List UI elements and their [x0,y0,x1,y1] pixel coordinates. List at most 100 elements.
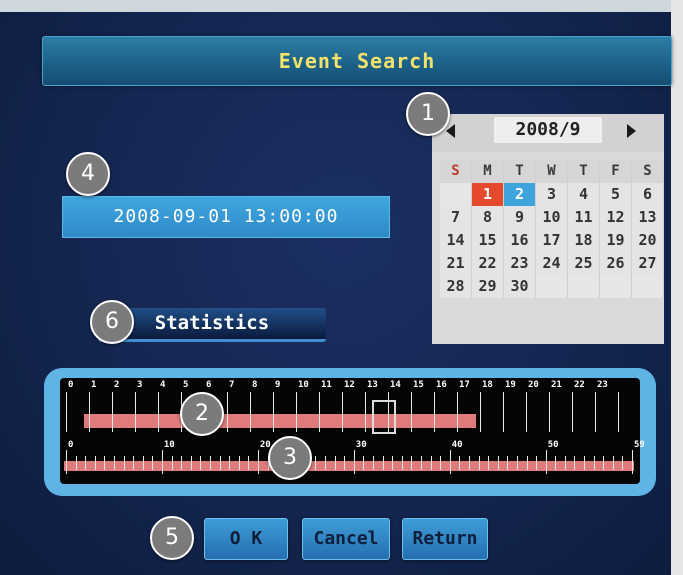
hour-recording-bar[interactable] [84,414,476,428]
minute-tick-label: 40 [451,440,463,450]
calendar-day[interactable]: 9 [504,206,536,229]
cancel-button[interactable]: Cancel [302,518,390,560]
calendar-day[interactable]: 4 [568,183,600,206]
calendar-day[interactable]: 16 [504,229,536,252]
hour-tick [480,392,481,432]
minute-tick [114,456,115,470]
minute-tick [229,456,231,470]
minute-tick [401,456,403,470]
hour-tick-label: 21 [551,380,562,390]
calendar-day[interactable]: 1 [472,183,504,206]
hour-tick-label: 15 [413,380,424,390]
calendar-day[interactable]: 14 [440,229,472,252]
hour-tick-label: 14 [390,380,401,390]
minute-tick [420,456,422,470]
calendar-day[interactable]: 27 [632,252,664,275]
minute-tick [488,456,490,470]
hour-tick-label: 2 [114,380,120,390]
calendar-week-row: 7 8 9 10 11 12 13 [440,206,664,229]
hour-tick [227,392,228,432]
minute-tick [219,456,221,470]
minute-tick [574,456,576,470]
hour-tick [135,392,136,432]
title-bar: Event Search [42,36,672,86]
hour-tick-label: 11 [321,380,332,390]
hour-tick [572,392,573,432]
callout-badge-5: 5 [150,516,194,560]
minute-tick [334,456,336,470]
weekday-row: SMTWTFS [440,160,664,183]
calendar-day[interactable]: 10 [536,206,568,229]
weekday-label: S [632,160,664,183]
minute-tick [142,456,144,470]
hour-tick [66,392,67,432]
calendar-day[interactable]: 15 [472,229,504,252]
calendar-empty-cell [536,275,568,298]
calendar-week-row: 21 22 23 24 25 26 27 [440,252,664,275]
calendar-empty-cell [600,275,632,298]
minute-tick [94,456,96,470]
minute-tick-label: 59 [634,440,645,450]
calendar-day[interactable]: 25 [568,252,600,275]
calendar-day[interactable]: 30 [504,275,536,298]
callout-badge-1: 1 [406,92,450,136]
calendar-day[interactable]: 7 [440,206,472,229]
calendar-day[interactable]: 28 [440,275,472,298]
minute-tick [353,450,355,474]
calendar-day[interactable]: 17 [536,229,568,252]
calendar-day[interactable]: 12 [600,206,632,229]
calendar-day[interactable]: 19 [600,229,632,252]
ok-label: O K [229,528,263,549]
calendar-day[interactable]: 13 [632,206,664,229]
minute-tick [248,456,250,470]
calendar-day[interactable]: 2 [504,183,536,206]
minute-tick [526,456,528,470]
calendar-day[interactable]: 26 [600,252,632,275]
minute-tick [478,456,480,470]
weekday-label: W [536,160,568,183]
minute-tick [449,450,451,474]
minute-tick [440,456,442,470]
next-month-icon[interactable] [627,124,636,138]
calendar-day[interactable]: 23 [504,252,536,275]
ok-button[interactable]: O K [204,518,288,560]
callout-badge-3: 3 [268,436,312,480]
minute-tick [325,456,326,470]
calendar-day[interactable]: 6 [632,183,664,206]
minute-tick [373,456,374,470]
calendar-day[interactable]: 29 [472,275,504,298]
hour-tick-label: 20 [528,380,539,390]
calendar-day[interactable]: 11 [568,206,600,229]
calendar-day[interactable]: 21 [440,252,472,275]
calendar-day[interactable]: 24 [536,252,568,275]
hour-tick [112,392,113,432]
hour-tick-label: 7 [229,380,235,390]
hour-tick-label: 1 [91,380,97,390]
hour-tick-label: 18 [482,380,493,390]
calendar-day[interactable]: 8 [472,206,504,229]
minute-tick-label: 50 [547,440,559,450]
minute-tick [593,456,595,470]
timeline-panel: 0 1 2 3 4 5 6 7 8 9 10 11 12 13 14 15 16 17 18 19 20 21 22 23 0 1… [44,368,656,496]
callout-badge-2: 2 [180,392,224,436]
calendar-day[interactable]: 3 [536,183,568,206]
minute-tick [545,450,547,474]
calendar-day[interactable]: 5 [600,183,632,206]
hour-tick [296,392,297,432]
calendar-day[interactable]: 22 [472,252,504,275]
minute-tick [516,456,518,470]
timeline-track[interactable]: 0 1 2 3 4 5 6 7 8 9 10 11 12 13 14 15 16 17 18 19 20 21 22 23 0 1… [60,378,645,484]
calendar-week-row: 123456 [440,183,664,206]
calendar-day[interactable]: 18 [568,229,600,252]
calendar-day[interactable]: 20 [632,229,664,252]
hour-tick-label: 16 [436,380,447,390]
minute-tick [382,456,384,470]
calendar-empty-cell [632,275,664,298]
hour-selection-box[interactable] [372,400,396,434]
datetime-field[interactable]: 2008-09-01 13:00:00 [62,196,390,238]
calendar-empty-cell [568,275,600,298]
prev-month-icon[interactable] [446,124,455,138]
minute-recording-bar[interactable] [64,461,634,471]
return-button[interactable]: Return [402,518,488,560]
minute-tick [632,450,633,474]
